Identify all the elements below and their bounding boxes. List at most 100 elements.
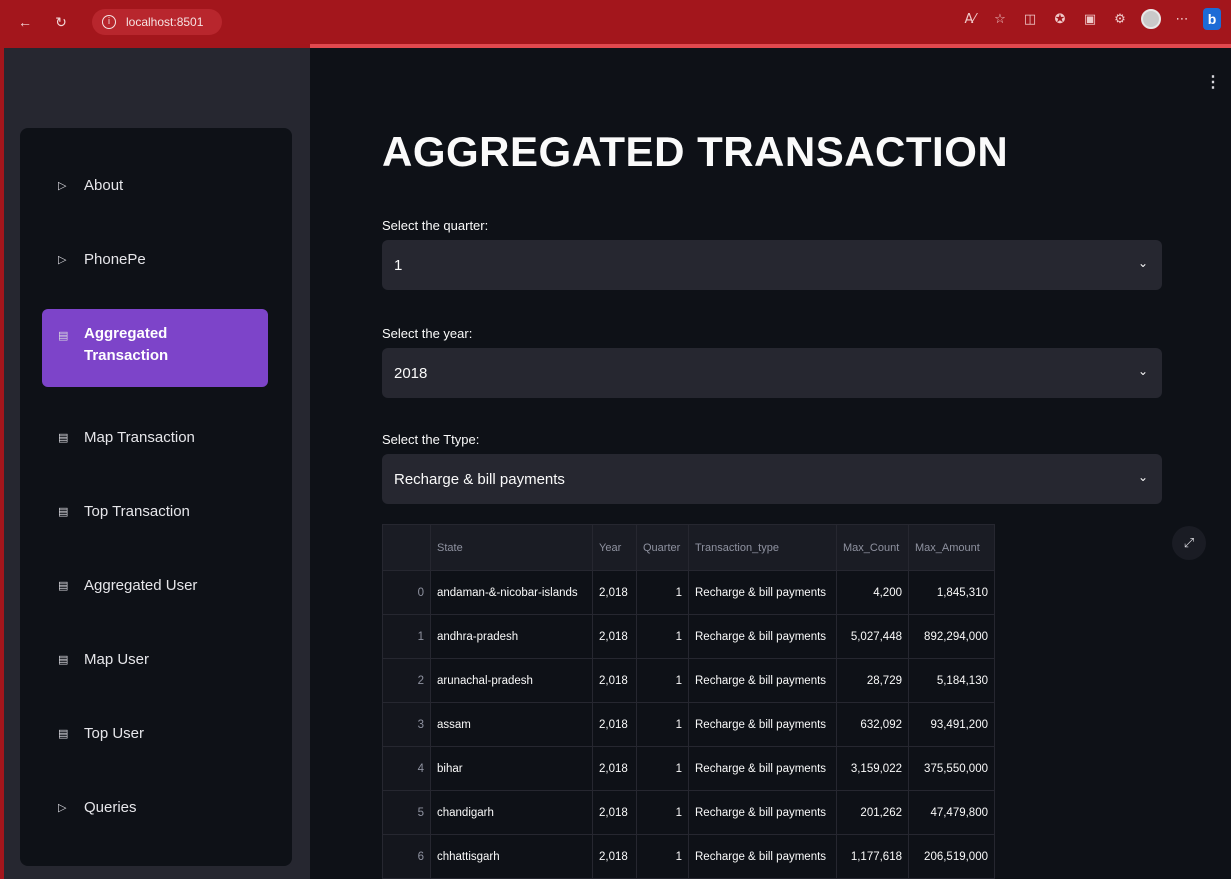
- cell-year[interactable]: 2,018: [592, 614, 637, 659]
- cell-max-count[interactable]: 4,200: [836, 570, 909, 615]
- cell-max-amount[interactable]: 892,294,000: [908, 614, 995, 659]
- cell-transaction-type[interactable]: Recharge & bill payments: [688, 834, 837, 879]
- sidebar-item-label: About: [84, 176, 124, 194]
- cell-year[interactable]: 2,018: [592, 570, 637, 615]
- cell-max-count[interactable]: 5,027,448: [836, 614, 909, 659]
- back-arrow-icon[interactable]: ←: [14, 11, 36, 33]
- cell-quarter[interactable]: 1: [636, 702, 689, 747]
- sidebar-item-aggregated-transaction[interactable]: ▤ Aggregated Transaction: [42, 309, 268, 387]
- cell-max-count[interactable]: 28,729: [836, 658, 909, 703]
- cell-max-amount[interactable]: 375,550,000: [908, 746, 995, 791]
- fullscreen-expand-icon[interactable]: ⤢: [1172, 526, 1206, 560]
- cell-max-count[interactable]: 1,177,618: [836, 834, 909, 879]
- more-menu-icon[interactable]: ⋯: [1173, 10, 1191, 28]
- table-row: 6 chhattisgarh 2,018 1 Recharge & bill p…: [382, 834, 995, 879]
- column-header-max-count[interactable]: Max_Count: [836, 524, 909, 571]
- row-index: 0: [382, 570, 431, 615]
- table-icon: ▤: [58, 430, 69, 444]
- quarter-select[interactable]: 1 ⌄: [382, 240, 1162, 290]
- column-header-year[interactable]: Year: [592, 524, 637, 571]
- cell-transaction-type[interactable]: Recharge & bill payments: [688, 570, 837, 615]
- cell-quarter[interactable]: 1: [636, 658, 689, 703]
- year-value: 2018: [394, 364, 428, 382]
- cell-state[interactable]: chandigarh: [430, 790, 593, 835]
- type-select[interactable]: Recharge & bill payments ⌄: [382, 454, 1162, 504]
- cell-year[interactable]: 2,018: [592, 834, 637, 879]
- favorites-icon[interactable]: ✪: [1051, 10, 1069, 28]
- address-bar[interactable]: i localhost:8501: [92, 9, 222, 35]
- sidebar-item-map-transaction[interactable]: ▤ Map Transaction: [42, 400, 268, 474]
- sidebar-item-map-user[interactable]: ▤ Map User: [42, 622, 268, 696]
- cell-quarter[interactable]: 1: [636, 790, 689, 835]
- cell-max-count[interactable]: 3,159,022: [836, 746, 909, 791]
- cell-state[interactable]: bihar: [430, 746, 593, 791]
- column-header-transaction-type[interactable]: Transaction_type: [688, 524, 837, 571]
- sidebar-item-aggregated-user[interactable]: ▤ Aggregated User: [42, 548, 268, 622]
- sidebar-item-top-transaction[interactable]: ▤ Top Transaction: [42, 474, 268, 548]
- profile-avatar[interactable]: [1141, 9, 1161, 29]
- cell-quarter[interactable]: 1: [636, 614, 689, 659]
- cell-transaction-type[interactable]: Recharge & bill payments: [688, 746, 837, 791]
- copilot-icon[interactable]: b: [1203, 8, 1221, 30]
- table-row: 0 andaman-&-nicobar-islands 2,018 1 Rech…: [382, 570, 995, 615]
- cell-year[interactable]: 2,018: [592, 702, 637, 747]
- browser-actions: A⁄ ☆ ◫ ✪ ▣ ⚙ ⋯ b: [961, 8, 1221, 30]
- cell-state[interactable]: arunachal-pradesh: [430, 658, 593, 703]
- column-header-max-amount[interactable]: Max_Amount: [908, 524, 995, 571]
- column-header-quarter[interactable]: Quarter: [636, 524, 689, 571]
- row-index: 6: [382, 834, 431, 879]
- caret-right-icon: ▷: [58, 178, 67, 192]
- table-icon: ▤: [58, 578, 69, 592]
- cell-year[interactable]: 2,018: [592, 746, 637, 791]
- cell-max-amount[interactable]: 5,184,130: [908, 658, 995, 703]
- cell-max-count[interactable]: 632,092: [836, 702, 909, 747]
- cell-transaction-type[interactable]: Recharge & bill payments: [688, 790, 837, 835]
- row-index: 1: [382, 614, 431, 659]
- cell-max-amount[interactable]: 93,491,200: [908, 702, 995, 747]
- favorite-star-icon[interactable]: ☆: [991, 10, 1009, 28]
- cell-state[interactable]: chhattisgarh: [430, 834, 593, 879]
- caret-right-icon: ▷: [58, 252, 67, 266]
- sidebar-item-label: Queries: [84, 798, 137, 816]
- cell-state[interactable]: andaman-&-nicobar-islands: [430, 570, 593, 615]
- table-row: 5 chandigarh 2,018 1 Recharge & bill pay…: [382, 790, 995, 835]
- extensions-icon[interactable]: ⚙: [1111, 10, 1129, 28]
- sidebar-item-top-user[interactable]: ▤ Top User: [42, 696, 268, 770]
- table-icon: ▤: [58, 329, 69, 342]
- year-select[interactable]: 2018 ⌄: [382, 348, 1162, 398]
- cell-transaction-type[interactable]: Recharge & bill payments: [688, 614, 837, 659]
- cell-state[interactable]: assam: [430, 702, 593, 747]
- sidebar-item-about[interactable]: ▷ About: [42, 148, 268, 222]
- cell-max-amount[interactable]: 1,845,310: [908, 570, 995, 615]
- table-row: 2 arunachal-pradesh 2,018 1 Recharge & b…: [382, 658, 995, 703]
- table-header-row: State Year Quarter Transaction_type Max_…: [382, 524, 995, 571]
- table-row: 3 assam 2,018 1 Recharge & bill payments…: [382, 702, 995, 747]
- cell-quarter[interactable]: 1: [636, 570, 689, 615]
- column-header-state[interactable]: State: [430, 524, 593, 571]
- cell-transaction-type[interactable]: Recharge & bill payments: [688, 702, 837, 747]
- cell-state[interactable]: andhra-pradesh: [430, 614, 593, 659]
- site-info-icon[interactable]: i: [102, 15, 116, 29]
- cell-max-count[interactable]: 201,262: [836, 790, 909, 835]
- sidebar-item-label: PhonePe: [84, 250, 146, 268]
- option-menu: ▷ About ▷ PhonePe ▤ Aggregated Transacti…: [20, 128, 292, 866]
- cell-quarter[interactable]: 1: [636, 746, 689, 791]
- split-screen-icon[interactable]: ◫: [1021, 10, 1039, 28]
- reload-icon[interactable]: ↻: [50, 11, 72, 33]
- sidebar-item-phonepe[interactable]: ▷ PhonePe: [42, 222, 268, 296]
- year-label: Select the year:: [382, 326, 473, 341]
- chevron-down-icon: ⌄: [1137, 256, 1148, 270]
- table-icon: ▤: [58, 652, 69, 666]
- read-aloud-icon[interactable]: A⁄: [961, 10, 979, 28]
- cell-max-amount[interactable]: 47,479,800: [908, 790, 995, 835]
- cell-year[interactable]: 2,018: [592, 790, 637, 835]
- kebab-menu-icon[interactable]: ⋮: [1205, 72, 1221, 92]
- cell-transaction-type[interactable]: Recharge & bill payments: [688, 658, 837, 703]
- sidebar-item-queries[interactable]: ▷ Queries: [42, 770, 268, 844]
- row-index: 4: [382, 746, 431, 791]
- sidebar-item-label: Map User: [84, 650, 150, 668]
- collections-icon[interactable]: ▣: [1081, 10, 1099, 28]
- cell-year[interactable]: 2,018: [592, 658, 637, 703]
- cell-quarter[interactable]: 1: [636, 834, 689, 879]
- cell-max-amount[interactable]: 206,519,000: [908, 834, 995, 879]
